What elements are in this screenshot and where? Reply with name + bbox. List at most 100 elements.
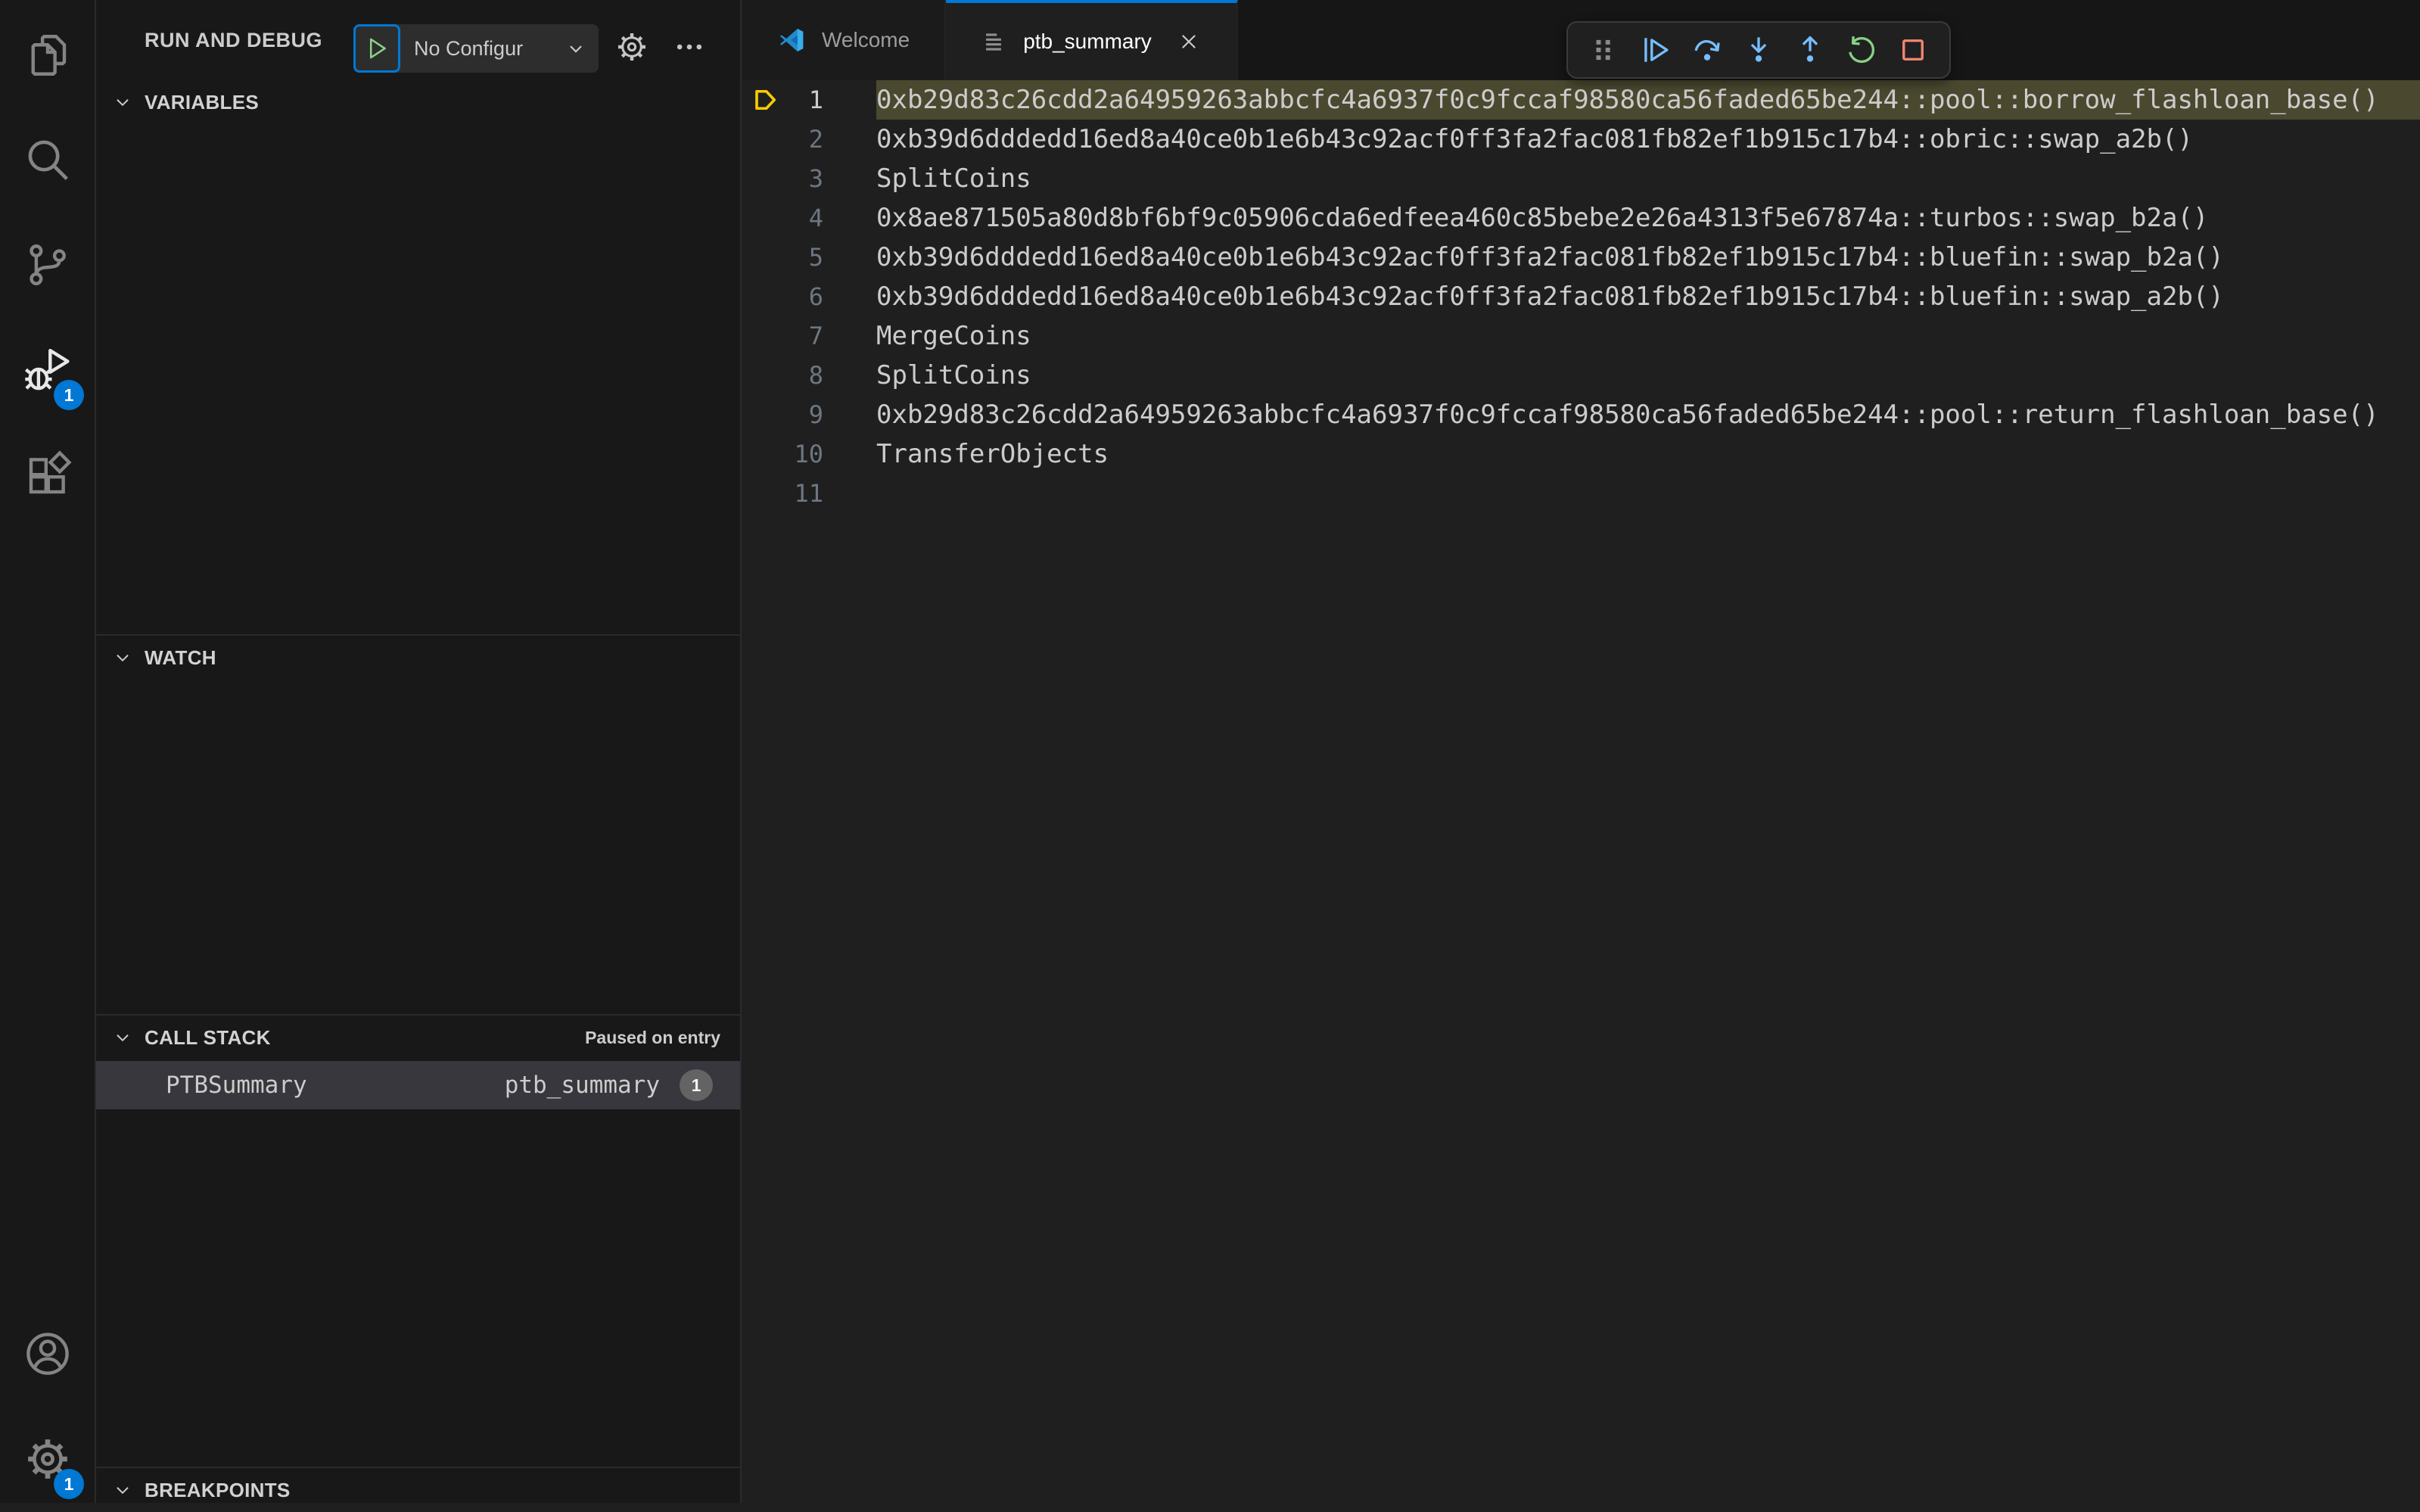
- gripper-icon: [1588, 34, 1620, 66]
- breakpoints-section-header[interactable]: BREAKPOINTS: [96, 1468, 740, 1512]
- debug-config-dropdown[interactable]: No Configur: [400, 24, 599, 73]
- activity-item-extensions[interactable]: [0, 425, 95, 526]
- call-stack-status: Paused on entry: [585, 1027, 720, 1047]
- line-number: 5: [808, 243, 823, 272]
- debug-config-value: No Configur: [414, 36, 524, 60]
- call-stack-section: CALL STACK Paused on entry PTBSummary pt…: [96, 1014, 740, 1467]
- tab-ptb-summary[interactable]: ptb_summary: [946, 0, 1238, 80]
- play-icon: [364, 36, 390, 61]
- views-more-actions-button[interactable]: [665, 23, 714, 71]
- activity-item-source-control[interactable]: [0, 214, 95, 316]
- sidebar-header: RUN AND DEBUG No Configur: [96, 0, 740, 80]
- variables-section: VARIABLES: [96, 80, 740, 634]
- line-number: 9: [808, 400, 823, 429]
- debug-badge: 1: [54, 380, 84, 410]
- chevron-down-icon: [113, 92, 132, 112]
- debug-config-control: No Configur: [353, 24, 599, 73]
- line-number: 4: [808, 204, 823, 232]
- line-number: 6: [808, 282, 823, 311]
- code-line[interactable]: 1 0xb29d83c26cdd2a64959263abbcfc4a6937f0c…: [743, 80, 2420, 120]
- call-stack-section-header[interactable]: CALL STACK Paused on entry: [96, 1016, 740, 1059]
- continue-icon: [1640, 34, 1672, 66]
- code-text[interactable]: 0xb29d83c26cdd2a64959263abbcfc4a6937f0c9…: [876, 395, 2420, 434]
- code-text[interactable]: SplitCoins: [876, 159, 2420, 198]
- activity-item-search[interactable]: [0, 109, 95, 210]
- code-line[interactable]: 3 SplitCoins: [743, 159, 2420, 198]
- line-number: 7: [808, 322, 823, 350]
- code-text[interactable]: [876, 474, 2420, 513]
- start-debugging-button[interactable]: [353, 24, 400, 73]
- chevron-down-icon: [113, 1028, 132, 1047]
- watch-section: WATCH: [96, 634, 740, 1014]
- code-editor[interactable]: 1 0xb29d83c26cdd2a64959263abbcfc4a6937f0c…: [743, 80, 2420, 1503]
- code-text[interactable]: SplitCoins: [876, 356, 2420, 395]
- tab-label: ptb_summary: [1023, 30, 1152, 53]
- line-number: 1: [808, 86, 823, 114]
- extensions-icon: [23, 450, 73, 500]
- files-icon: [23, 30, 73, 80]
- activity-item-accounts[interactable]: [0, 1303, 95, 1405]
- list-file-icon: [981, 29, 1006, 54]
- code-text[interactable]: 0x8ae871505a80d8bf6bf9c05906cda6edfeea46…: [876, 198, 2420, 238]
- launch-settings-button[interactable]: [608, 23, 656, 71]
- code-line[interactable]: 6 0xb39d6dddedd16ed8a40ce0b1e6b43c92acf0f…: [743, 277, 2420, 316]
- activity-item-run-and-debug[interactable]: 1: [0, 319, 95, 421]
- code-line[interactable]: 5 0xb39d6dddedd16ed8a40ce0b1e6b43c92acf0f…: [743, 238, 2420, 277]
- frame-source: ptb_summary: [504, 1072, 660, 1099]
- stop-icon: [1897, 34, 1929, 66]
- sidebar-title: RUN AND DEBUG: [145, 28, 322, 51]
- line-number: 3: [808, 164, 823, 193]
- ellipsis-icon: [673, 30, 706, 64]
- step-over-icon: [1691, 34, 1723, 66]
- restart-icon: [1846, 34, 1877, 66]
- call-stack-frame[interactable]: PTBSummary ptb_summary 1: [96, 1061, 740, 1109]
- line-number: 11: [794, 479, 823, 508]
- tab-welcome[interactable]: Welcome: [743, 0, 947, 80]
- debug-continue-button[interactable]: [1630, 26, 1681, 74]
- code-line[interactable]: 8 SplitCoins: [743, 356, 2420, 395]
- editor-area: Welcome ptb_summary 1 0xb29d83c26cdd2a64…: [743, 0, 2420, 1503]
- code-lines: 1 0xb29d83c26cdd2a64959263abbcfc4a6937f0c…: [743, 80, 2420, 513]
- settings-badge: 1: [54, 1469, 84, 1499]
- code-line[interactable]: 4 0x8ae871505a80d8bf6bf9c05906cda6edfeea4…: [743, 198, 2420, 238]
- run-and-debug-sidebar: RUN AND DEBUG No Configur VARIABLES WATC…: [96, 0, 742, 1503]
- frame-name: PTBSummary: [166, 1072, 307, 1099]
- debug-step-into-button[interactable]: [1733, 26, 1784, 74]
- code-text[interactable]: 0xb29d83c26cdd2a64959263abbcfc4a6937f0c9…: [876, 80, 2420, 120]
- debug-current-line-icon[interactable]: [743, 86, 781, 114]
- watch-section-header[interactable]: WATCH: [96, 636, 740, 680]
- code-line[interactable]: 10 TransferObjects: [743, 434, 2420, 474]
- debug-step-over-button[interactable]: [1681, 26, 1733, 74]
- activity-bar: 1 1: [0, 0, 96, 1503]
- chevron-down-icon: [565, 38, 586, 59]
- code-text[interactable]: 0xb39d6dddedd16ed8a40ce0b1e6b43c92acf0ff…: [876, 120, 2420, 159]
- toolbar-drag-handle[interactable]: [1579, 26, 1630, 74]
- code-line[interactable]: 7 MergeCoins: [743, 316, 2420, 356]
- line-number: 8: [808, 361, 823, 390]
- chevron-down-icon: [113, 1480, 132, 1500]
- line-number: 2: [808, 125, 823, 154]
- code-text[interactable]: 0xb39d6dddedd16ed8a40ce0b1e6b43c92acf0ff…: [876, 238, 2420, 277]
- call-stack-section-label: CALL STACK: [145, 1025, 271, 1049]
- code-line[interactable]: 9 0xb29d83c26cdd2a64959263abbcfc4a6937f0c…: [743, 395, 2420, 434]
- close-icon[interactable]: [1176, 29, 1202, 54]
- code-line[interactable]: 2 0xb39d6dddedd16ed8a40ce0b1e6b43c92acf0f…: [743, 120, 2420, 159]
- code-text[interactable]: TransferObjects: [876, 434, 2420, 474]
- debug-stop-button[interactable]: [1887, 26, 1939, 74]
- variables-section-header[interactable]: VARIABLES: [96, 80, 740, 124]
- source-control-icon: [23, 240, 73, 290]
- code-text[interactable]: MergeCoins: [876, 316, 2420, 356]
- line-number: 10: [794, 440, 823, 468]
- debug-toolbar: [1566, 21, 1951, 79]
- search-icon: [23, 135, 73, 185]
- tab-label: Welcome: [822, 28, 910, 51]
- code-text[interactable]: 0xb39d6dddedd16ed8a40ce0b1e6b43c92acf0ff…: [876, 277, 2420, 316]
- debug-restart-button[interactable]: [1836, 26, 1887, 74]
- watch-section-label: WATCH: [145, 646, 216, 669]
- breakpoints-section-label: BREAKPOINTS: [145, 1478, 291, 1501]
- activity-item-explorer[interactable]: [0, 5, 95, 106]
- activity-item-settings[interactable]: 1: [0, 1408, 95, 1510]
- code-line[interactable]: 11: [743, 474, 2420, 513]
- variables-section-label: VARIABLES: [145, 90, 260, 114]
- debug-step-out-button[interactable]: [1784, 26, 1836, 74]
